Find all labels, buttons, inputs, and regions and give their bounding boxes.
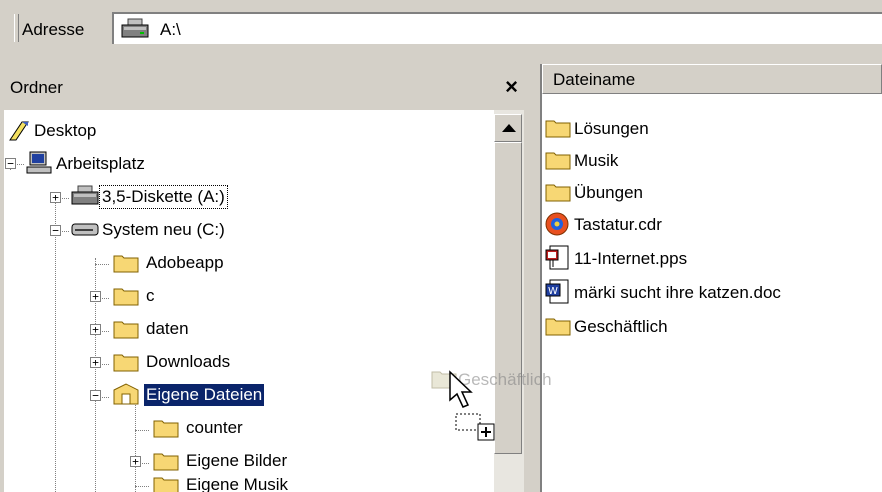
column-header-name[interactable]: Dateiname <box>542 64 882 94</box>
tree-item-c[interactable]: + c <box>4 281 324 311</box>
file-name: 11-Internet.pps <box>574 249 688 268</box>
folder-icon <box>152 472 180 492</box>
tree-item-daten[interactable]: + daten <box>4 314 324 344</box>
tree-item-arbeitsplatz[interactable]: − Arbeitsplatz <box>4 149 304 179</box>
expand-toggle[interactable]: + <box>130 456 141 467</box>
computer-icon <box>26 151 52 180</box>
floppy-drive-icon <box>70 184 100 213</box>
folder-icon <box>544 313 572 342</box>
file-name: Musik <box>574 151 619 170</box>
tree-item-downloads[interactable]: + Downloads <box>4 347 324 377</box>
folder-icon <box>544 179 572 208</box>
tree-item-label: Adobeapp <box>146 253 224 272</box>
folder-icon <box>544 115 572 144</box>
address-toolbar: Adresse A:\ <box>0 0 882 56</box>
tree-item-eigene-dateien[interactable]: − Eigene Dateien <box>4 380 324 410</box>
folders-header: Ordner × <box>10 72 526 104</box>
folder-icon <box>112 349 140 378</box>
tree-item-label: 3,5-Diskette (A:) <box>99 185 228 209</box>
expand-toggle[interactable]: + <box>90 357 101 368</box>
file-name: Übungen <box>574 183 644 202</box>
file-name: Tastatur.cdr <box>574 215 662 234</box>
tree-item-label: c <box>146 286 155 305</box>
word-file-icon: W <box>544 279 572 310</box>
folder-icon <box>112 250 140 279</box>
folder-icon <box>152 415 180 444</box>
address-field[interactable]: A:\ <box>112 12 882 44</box>
tree-item-label: daten <box>146 319 189 338</box>
scroll-up-button[interactable] <box>494 114 522 142</box>
tree-item-label: Eigene Bilder <box>186 451 288 470</box>
expand-toggle[interactable]: + <box>90 291 101 302</box>
folder-icon <box>112 283 140 312</box>
tree-item-label: Eigene Musik <box>186 475 289 492</box>
tree-item-drive-c[interactable]: − System neu (C:) <box>4 215 324 245</box>
drag-copy-cursor-icon <box>448 370 500 451</box>
files-pane: Dateiname Lösungen Musik Übungen Tastatu… <box>540 64 882 492</box>
file-name: Lösungen <box>574 119 649 138</box>
tree-item-floppy[interactable]: + 3,5-Diskette (A:) <box>4 182 324 212</box>
file-name: märki sucht ihre katzen.doc <box>574 283 781 302</box>
folder-icon <box>544 147 572 176</box>
tree-item-desktop[interactable]: Desktop <box>4 116 304 146</box>
floppy-drive-icon <box>120 18 150 45</box>
tree-item-adobeapp[interactable]: Adobeapp <box>4 248 324 278</box>
address-label: Adresse <box>22 20 85 39</box>
file-name: Geschäftlich <box>574 317 668 336</box>
powerpoint-file-icon <box>544 245 572 276</box>
expand-toggle[interactable]: + <box>90 324 101 335</box>
svg-text:W: W <box>548 286 558 297</box>
collapse-toggle[interactable]: − <box>5 158 16 169</box>
desktop-icon <box>8 118 30 147</box>
pane-splitter[interactable] <box>526 64 540 492</box>
folders-title: Ordner <box>10 78 63 97</box>
tree-item-label: System neu (C:) <box>102 220 225 239</box>
coreldraw-file-icon <box>544 211 572 242</box>
collapse-toggle[interactable]: − <box>50 225 61 236</box>
tree-item-eigene-musik[interactable]: Eigene Musik <box>4 470 324 492</box>
toolbar-grip[interactable] <box>14 14 19 42</box>
hard-drive-icon <box>70 217 100 246</box>
tree-item-label: Desktop <box>34 121 97 140</box>
close-icon[interactable]: × <box>505 74 518 100</box>
column-header-label: Dateiname <box>553 70 636 89</box>
folder-tree[interactable]: Desktop − Arbeitsplatz + 3,5-Diskette (A… <box>4 110 494 492</box>
address-value: A:\ <box>160 20 181 39</box>
tree-item-counter[interactable]: counter <box>4 413 324 443</box>
tree-item-label: Downloads <box>146 352 231 371</box>
expand-toggle[interactable]: + <box>50 192 61 203</box>
collapse-toggle[interactable]: − <box>90 390 101 401</box>
tree-item-label: Eigene Dateien <box>144 384 265 406</box>
folder-icon <box>112 316 140 345</box>
tree-item-label: Arbeitsplatz <box>56 154 145 173</box>
open-folder-icon <box>112 382 140 411</box>
tree-item-label: counter <box>186 418 243 437</box>
